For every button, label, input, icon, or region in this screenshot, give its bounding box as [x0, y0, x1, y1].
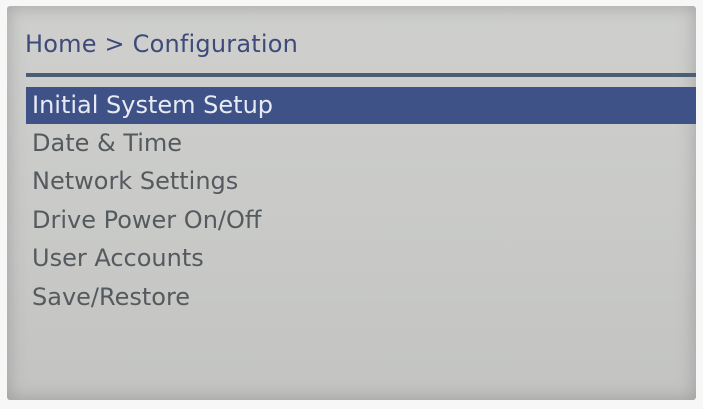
- device-bezel: Home > Configuration Initial System Setu…: [0, 0, 703, 409]
- configuration-menu: Initial System Setup Date & Time Network…: [26, 87, 696, 316]
- menu-item-network-settings[interactable]: Network Settings: [26, 162, 696, 200]
- menu-item-date-time[interactable]: Date & Time: [26, 124, 696, 162]
- breadcrumb: Home > Configuration: [25, 30, 299, 58]
- header-divider: [26, 73, 696, 77]
- menu-item-user-accounts[interactable]: User Accounts: [26, 239, 696, 277]
- menu-item-drive-power[interactable]: Drive Power On/Off: [26, 201, 696, 239]
- menu-item-save-restore[interactable]: Save/Restore: [26, 278, 696, 316]
- lcd-screen: Home > Configuration Initial System Setu…: [7, 6, 696, 400]
- menu-item-initial-system-setup[interactable]: Initial System Setup: [26, 87, 696, 124]
